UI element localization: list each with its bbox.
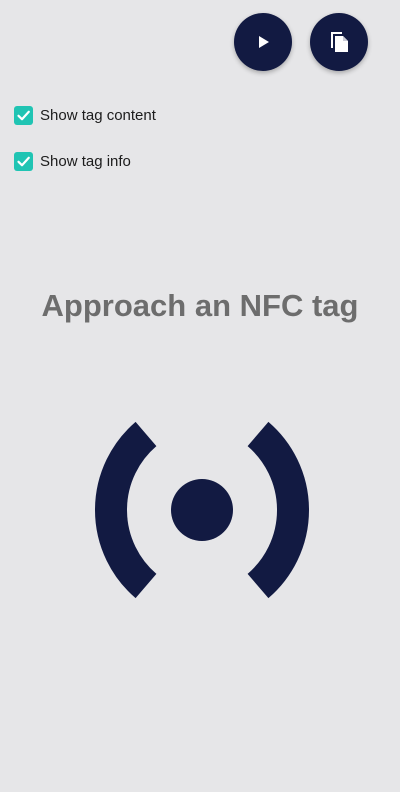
play-button[interactable] — [234, 13, 292, 71]
show-tag-info-label: Show tag info — [40, 153, 131, 170]
show-tag-info-checkbox[interactable] — [14, 152, 33, 171]
page-title: Approach an NFC tag — [41, 288, 359, 323]
copy-button[interactable] — [310, 13, 368, 71]
show-tag-info-option[interactable]: Show tag info — [14, 152, 131, 171]
checkmark-icon — [17, 156, 30, 167]
play-icon — [259, 36, 269, 48]
show-tag-content-checkbox[interactable] — [14, 106, 33, 125]
nfc-illustration — [90, 420, 314, 609]
copy-file-icon — [331, 32, 348, 52]
nfc-signal-icon — [95, 421, 309, 599]
checkmark-icon — [17, 110, 30, 121]
show-tag-content-label: Show tag content — [40, 107, 156, 124]
show-tag-content-option[interactable]: Show tag content — [14, 106, 156, 125]
